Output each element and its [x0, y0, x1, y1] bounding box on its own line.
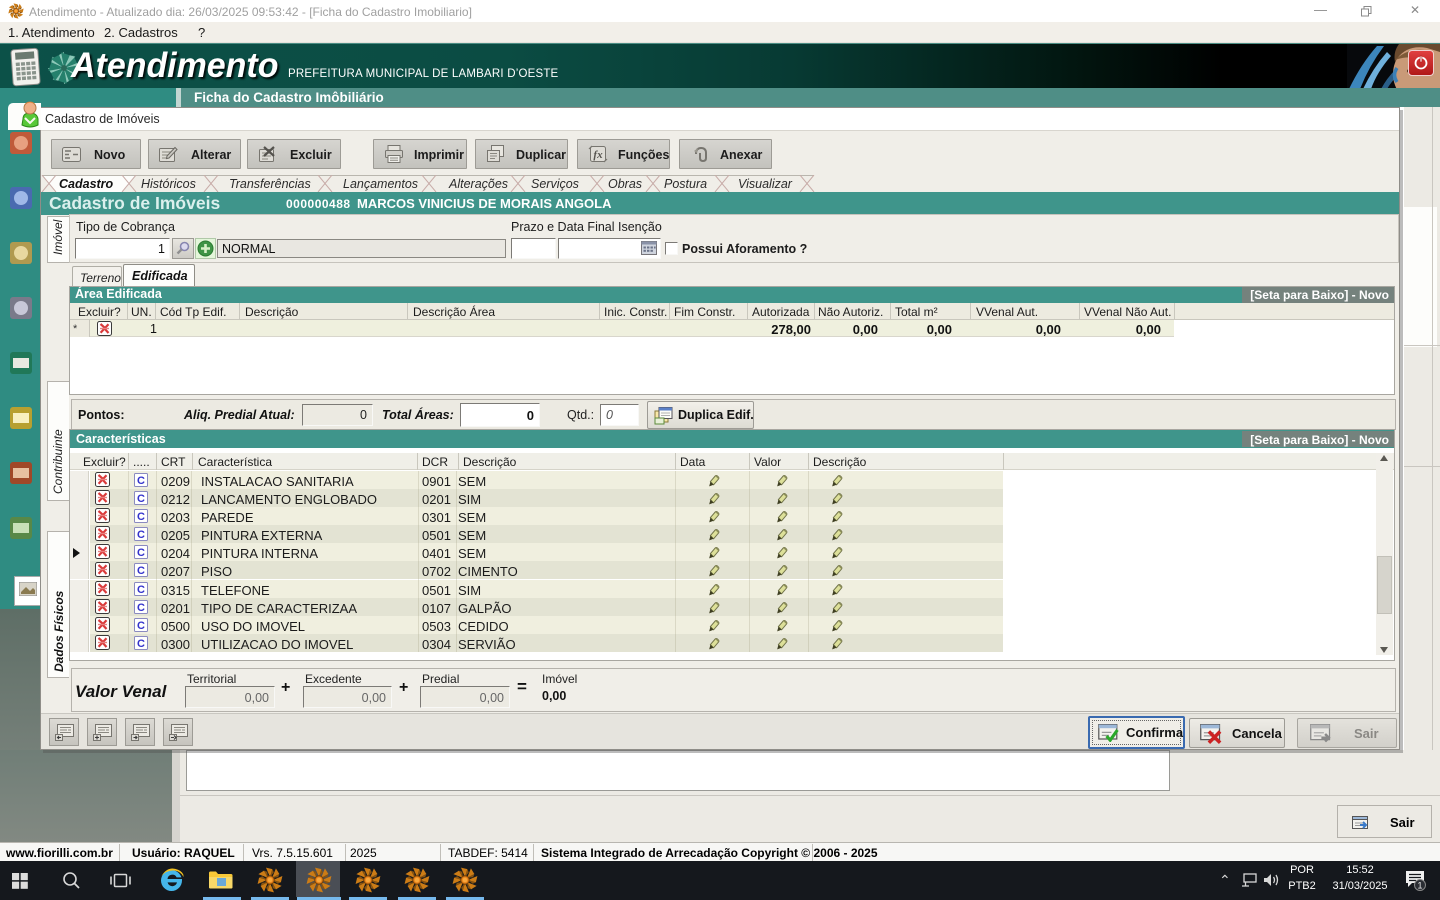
svg-text:fx: fx: [593, 149, 603, 161]
svg-text:1: 1: [1417, 881, 1422, 891]
